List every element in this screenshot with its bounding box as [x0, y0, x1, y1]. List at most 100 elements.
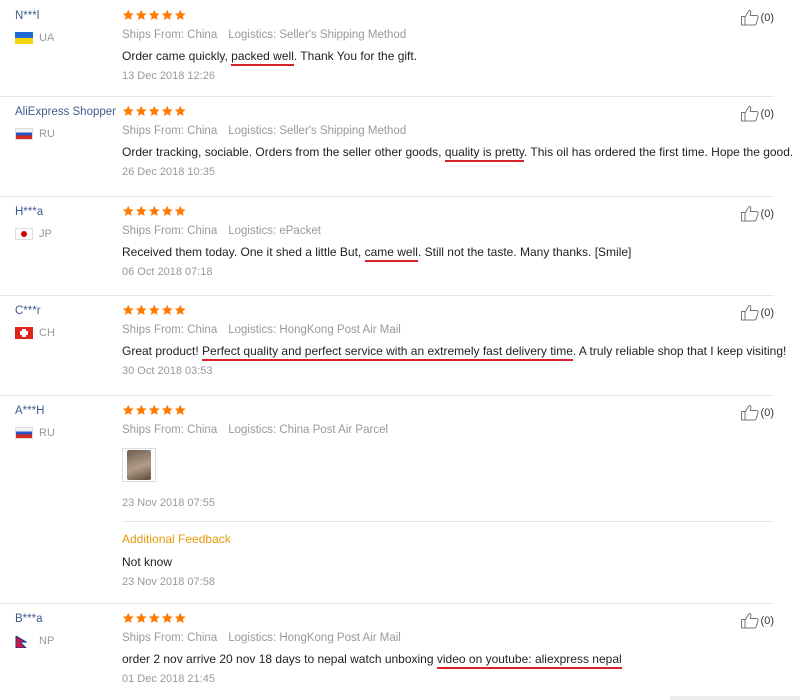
- logistics: Logistics: China Post Air Parcel: [228, 424, 389, 436]
- star-icon: [148, 304, 161, 316]
- star-icon: [161, 304, 174, 316]
- ships-from: Ships From: China: [122, 324, 218, 336]
- star-icon: [161, 404, 174, 416]
- star-icon: [122, 404, 135, 416]
- star-rating: [122, 205, 764, 217]
- reviewer-name[interactable]: C***r: [15, 304, 120, 318]
- star-icon: [122, 304, 135, 316]
- star-icon: [135, 612, 148, 624]
- star-rating: [122, 9, 764, 21]
- review-item: C***r CH Ships From: China Logistics: Hon…: [0, 295, 786, 396]
- star-icon: [161, 9, 174, 21]
- review-date: 30 Oct 2018 03:53: [122, 365, 213, 377]
- flag-ru-icon: [15, 128, 33, 140]
- review-date: 23 Nov 2018 07:55: [122, 497, 215, 509]
- flag-ua-icon: [15, 32, 33, 44]
- review-item: H***a JP Ships From: China Logistics: ePa…: [0, 196, 774, 296]
- review-item: AliExpress Shopper RU Ships From: China L…: [0, 96, 793, 197]
- helpful-button[interactable]: (0): [739, 9, 774, 26]
- star-icon: [148, 205, 161, 217]
- thumbs-up-icon[interactable]: [740, 105, 760, 122]
- highlighted-phrase: came well: [364, 245, 418, 262]
- review-text: Order came quickly, packed well. Thank Y…: [122, 49, 764, 66]
- star-icon: [174, 612, 187, 624]
- reviewer-country: UA: [39, 32, 55, 44]
- review-item: N***l UA Ships From: China Logistics: Sel…: [0, 0, 774, 97]
- highlighted-phrase: Perfect quality and perfect service with…: [202, 344, 573, 361]
- star-icon: [174, 304, 187, 316]
- ships-from: Ships From: China: [122, 225, 218, 237]
- highlighted-phrase: packed well: [231, 49, 294, 66]
- flag-np-icon: [15, 635, 33, 649]
- helpful-button[interactable]: (0): [739, 304, 774, 321]
- highlighted-phrase: quality is pretty: [444, 145, 524, 162]
- helpful-count: (0): [760, 207, 774, 220]
- star-icon: [161, 612, 174, 624]
- review-date: 01 Dec 2018 21:45: [122, 673, 215, 685]
- star-icon: [122, 9, 135, 21]
- helpful-button[interactable]: (0): [739, 205, 774, 222]
- review-item: A***H RU Ships From: China Logistics: Chi…: [0, 395, 774, 604]
- review-date: 06 Oct 2018 07:18: [122, 266, 213, 278]
- product-photo: [127, 450, 151, 480]
- ships-from: Ships From: China: [122, 125, 218, 137]
- page-edge-strip: [670, 696, 800, 700]
- star-icon: [174, 205, 187, 217]
- reviewer-country: JP: [39, 228, 52, 240]
- reviewer-name[interactable]: H***a: [15, 205, 120, 219]
- reviewer-name[interactable]: AliExpress Shopper: [15, 105, 120, 119]
- star-rating: [122, 304, 764, 316]
- star-icon: [161, 205, 174, 217]
- helpful-button[interactable]: (0): [739, 105, 774, 122]
- helpful-count: (0): [760, 306, 774, 319]
- reviewer-name[interactable]: N***l: [15, 9, 120, 23]
- thumbs-up-icon[interactable]: [740, 612, 760, 629]
- ships-from: Ships From: China: [122, 632, 218, 644]
- flag-ru-icon: [15, 427, 33, 439]
- star-rating: [122, 612, 764, 624]
- thumbs-up-icon[interactable]: [740, 304, 760, 321]
- logistics: Logistics: HongKong Post Air Mail: [228, 324, 401, 336]
- helpful-count: (0): [760, 614, 774, 627]
- review-text: Great product! Perfect quality and perfe…: [122, 344, 786, 361]
- review-date: 13 Dec 2018 12:26: [122, 70, 215, 82]
- helpful-button[interactable]: (0): [739, 404, 774, 421]
- reviewer-name[interactable]: A***H: [15, 404, 120, 418]
- thumbs-up-icon[interactable]: [740, 205, 760, 222]
- star-icon: [135, 304, 148, 316]
- star-icon: [148, 612, 161, 624]
- reviewer-country: RU: [39, 128, 55, 140]
- logistics: Logistics: Seller's Shipping Method: [228, 125, 407, 137]
- star-rating: [122, 105, 764, 117]
- star-icon: [122, 205, 135, 217]
- additional-feedback-label: Additional Feedback: [122, 532, 231, 546]
- review-photo-thumbnail[interactable]: [122, 448, 156, 482]
- star-icon: [135, 404, 148, 416]
- star-icon: [148, 9, 161, 21]
- star-icon: [174, 105, 187, 117]
- thumbs-up-icon[interactable]: [740, 404, 760, 421]
- helpful-count: (0): [760, 107, 774, 120]
- star-icon: [122, 105, 135, 117]
- helpful-button[interactable]: (0): [739, 612, 774, 629]
- star-icon: [161, 105, 174, 117]
- star-icon: [148, 105, 161, 117]
- ships-from: Ships From: China: [122, 29, 218, 41]
- star-icon: [135, 9, 148, 21]
- helpful-count: (0): [760, 406, 774, 419]
- thumbs-up-icon[interactable]: [740, 9, 760, 26]
- review-text: order 2 nov arrive 20 nov 18 days to nep…: [122, 652, 764, 669]
- logistics: Logistics: HongKong Post Air Mail: [228, 632, 401, 644]
- additional-feedback-text: Not know: [122, 555, 173, 569]
- review-text: Received them today. One it shed a littl…: [122, 245, 764, 262]
- reviewer-country: RU: [39, 427, 55, 439]
- feedback-divider: [122, 521, 774, 522]
- helpful-count: (0): [760, 11, 774, 24]
- review-text: Order tracking, sociable. Orders from th…: [122, 145, 793, 162]
- star-icon: [122, 612, 135, 624]
- reviewer-name[interactable]: B***a: [15, 612, 120, 626]
- star-icon: [148, 404, 161, 416]
- logistics: Logistics: ePacket: [228, 225, 321, 237]
- highlighted-phrase: video on youtube: aliexpress nepal: [436, 652, 622, 669]
- flag-ch-icon: [15, 327, 33, 339]
